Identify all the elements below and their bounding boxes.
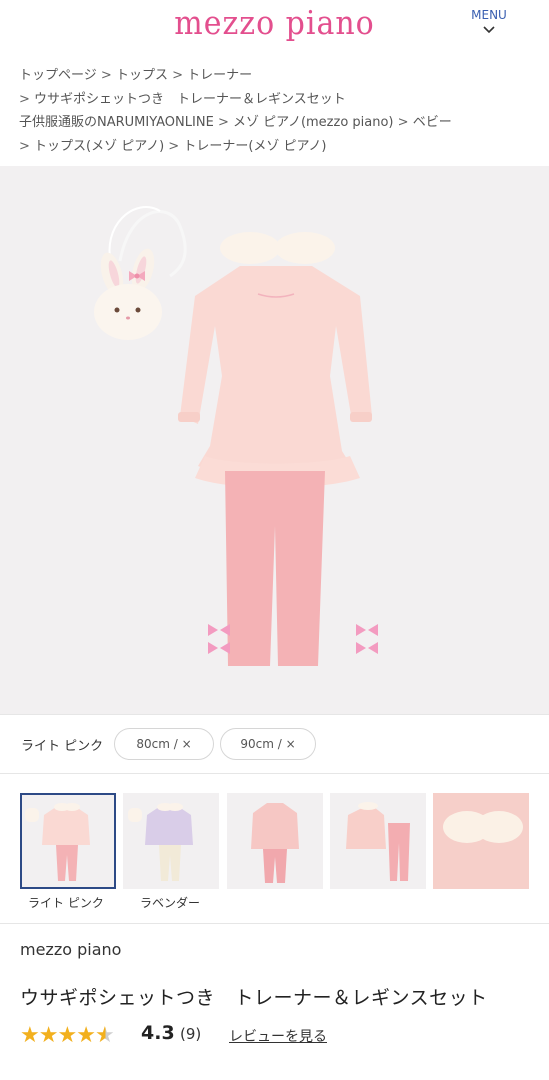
size-chip-80[interactable]: 80cm / × <box>114 728 214 760</box>
rating-value: 4.3 <box>141 1022 175 1044</box>
breadcrumb-link[interactable]: トップス <box>116 68 168 83</box>
thumbnail-label: ラベンダー <box>140 896 201 910</box>
breadcrumb-separator: > <box>217 115 229 130</box>
star-icon: ★ <box>57 1023 77 1048</box>
color-size-row: ライト ピンク 80cm / × 90cm / × <box>0 714 549 774</box>
menu-button[interactable]: MENU <box>469 8 509 36</box>
brand-logo[interactable]: mezzo piano <box>0 4 549 43</box>
breadcrumb-link[interactable]: トレーナー(メゾ ピアノ) <box>183 139 326 154</box>
breadcrumb-link[interactable]: 子供服通販のNARUMIYAONLINE <box>19 115 214 130</box>
product-main-image[interactable] <box>0 166 549 714</box>
star-icon: ★ <box>38 1023 59 1048</box>
size-chip-90[interactable]: 90cm / × <box>220 728 316 760</box>
breadcrumb: トップページ > トップス > トレーナー > ウサギポシェットつき トレーナー… <box>19 64 539 158</box>
star-icon: ★ <box>20 1023 40 1048</box>
color-name: ライト ピンク <box>21 739 104 754</box>
breadcrumb-separator: > <box>19 91 30 107</box>
breadcrumb-link[interactable]: ベビー <box>413 115 452 130</box>
rating-row: ★★★★★ 4.3 (9) レビューを見る <box>20 1021 540 1049</box>
thumbnail-back[interactable] <box>330 793 426 889</box>
breadcrumb-separator: > <box>172 68 183 83</box>
header: mezzo piano MENU <box>0 0 549 54</box>
breadcrumb-separator: > <box>19 138 30 154</box>
thumbnail-light-pink[interactable] <box>20 793 116 889</box>
thumbnail-image <box>128 803 193 881</box>
view-reviews-link[interactable]: レビューを見る <box>229 1026 327 1046</box>
thumbnail-front[interactable] <box>227 793 323 889</box>
thumbnail-collar-detail[interactable] <box>433 793 529 889</box>
thumbnail-strip: ライト ピンク ラベンダー <box>0 793 549 913</box>
chevron-down-icon <box>483 26 495 34</box>
breadcrumb-separator: > <box>168 138 180 154</box>
thumbnail-image <box>346 802 410 881</box>
divider <box>0 923 549 924</box>
thumbnail-image <box>251 803 299 883</box>
rating-stars: ★★★★★ <box>20 1023 115 1048</box>
thumbnail-image <box>25 803 90 881</box>
breadcrumb-link[interactable]: メゾ ピアノ(mezzo piano) <box>233 115 394 130</box>
thumbnail-lavender[interactable] <box>123 793 219 889</box>
breadcrumb-separator: > <box>397 115 409 130</box>
star-icon: ★ <box>76 1023 96 1048</box>
brand-name[interactable]: mezzo piano <box>20 940 121 959</box>
thumbnail-image <box>433 793 529 889</box>
breadcrumb-link[interactable]: トップス(メゾ ピアノ) <box>34 139 164 154</box>
menu-label: MENU <box>471 8 507 22</box>
breadcrumb-link[interactable]: トップページ <box>19 68 97 83</box>
product-title: ウサギポシェットつき トレーナー＆レギンスセット <box>20 987 488 1009</box>
review-count: (9) <box>180 1025 202 1043</box>
breadcrumb-link[interactable]: トレーナー <box>187 68 252 83</box>
breadcrumb-link[interactable]: ウサギポシェットつき トレーナー＆レギンスセット <box>34 92 346 107</box>
thumbnail-label: ライト ピンク <box>28 896 104 910</box>
product-photo <box>94 206 378 666</box>
half-star-icon: ★ <box>94 1023 115 1048</box>
breadcrumb-separator: > <box>100 68 112 83</box>
